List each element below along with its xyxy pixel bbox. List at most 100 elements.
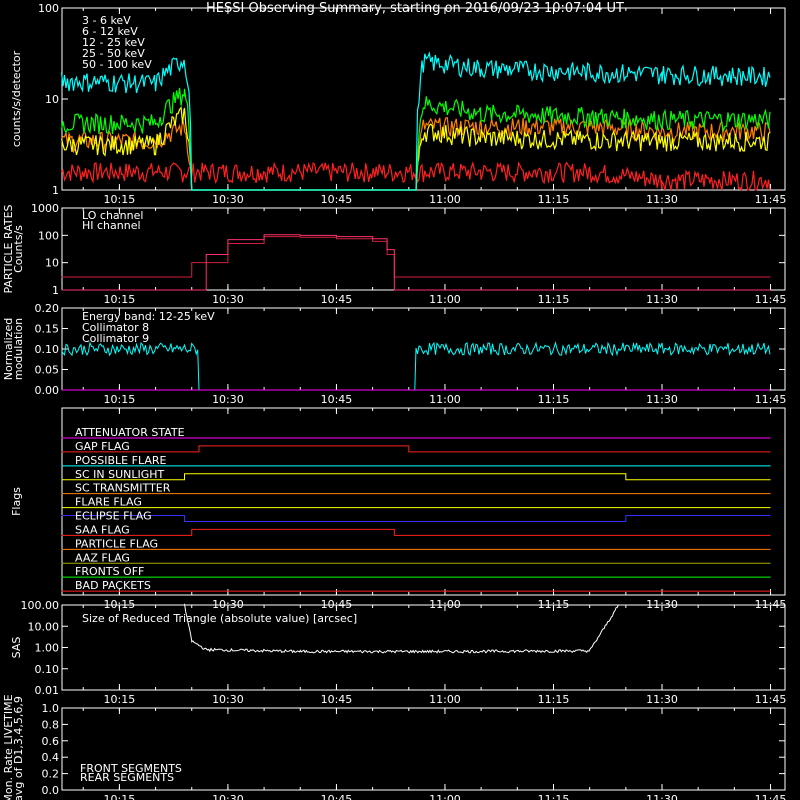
flag-label: SC IN SUNLIGHT bbox=[75, 468, 165, 481]
legend-entry: HI channel bbox=[82, 219, 141, 232]
x-tick-label: 11:15 bbox=[538, 193, 570, 206]
y-tick-label: 1.0 bbox=[42, 702, 60, 715]
flags-ylabel: Flags bbox=[10, 487, 23, 516]
x-tick-label: 11:30 bbox=[646, 693, 678, 706]
y-tick-label: 10 bbox=[45, 257, 59, 270]
y-tick-label: 10 bbox=[45, 93, 59, 106]
flag-line bbox=[61, 473, 771, 481]
sas-ylabel: SAS bbox=[10, 637, 23, 659]
x-tick-label: 11:00 bbox=[429, 293, 461, 306]
flag-label: SC TRANSMITTER bbox=[75, 482, 171, 495]
x-tick-label: 10:30 bbox=[212, 393, 244, 406]
flag-label: GAP FLAG bbox=[75, 440, 130, 453]
x-tick-label: 10:45 bbox=[321, 793, 353, 800]
flag-label: PARTICLE FLAG bbox=[75, 537, 158, 550]
flag-label: BAD PACKETS bbox=[75, 579, 151, 592]
hessi-summary-chart: HESSI Observing Summary, starting on 201… bbox=[2, 1, 786, 800]
y-tick-label: 0.0 bbox=[42, 784, 60, 797]
legend-entry: REAR SEGMENTS bbox=[80, 771, 174, 784]
livetime-ylabel: avg of D1,3,4,5,6,9 bbox=[12, 696, 25, 800]
x-tick-label: 10:15 bbox=[104, 793, 136, 800]
y-tick-label: 1000 bbox=[31, 202, 59, 215]
series-line bbox=[61, 236, 771, 278]
x-tick-label: 10:15 bbox=[104, 598, 136, 611]
x-tick-label: 11:45 bbox=[755, 598, 787, 611]
x-tick-label: 10:45 bbox=[321, 598, 353, 611]
x-tick-label: 10:30 bbox=[212, 693, 244, 706]
count-rates-ylabel: counts/s/detector bbox=[10, 50, 23, 147]
x-tick-label: 11:15 bbox=[538, 293, 570, 306]
flag-label: ATTENUATOR STATE bbox=[75, 426, 185, 439]
particle-rates-frame bbox=[61, 207, 786, 291]
x-tick-label: 11:00 bbox=[429, 393, 461, 406]
x-tick-label: 11:15 bbox=[538, 793, 570, 800]
data-layer bbox=[60, 51, 771, 654]
x-tick-label: 11:00 bbox=[429, 598, 461, 611]
y-tick-label: 0.10 bbox=[35, 663, 60, 676]
y-tick-label: 0.00 bbox=[35, 384, 60, 397]
y-tick-label: 0.8 bbox=[42, 718, 60, 731]
x-tick-label: 11:45 bbox=[755, 693, 787, 706]
legend-entry: 50 - 100 keV bbox=[82, 58, 152, 71]
x-tick-label: 11:30 bbox=[646, 193, 678, 206]
x-tick-label: 10:45 bbox=[321, 293, 353, 306]
flag-line bbox=[61, 528, 771, 536]
x-tick-label: 11:45 bbox=[755, 293, 787, 306]
y-tick-label: 1 bbox=[52, 284, 59, 297]
x-tick-label: 10:30 bbox=[212, 598, 244, 611]
x-tick-label: 11:30 bbox=[646, 598, 678, 611]
x-tick-label: 11:45 bbox=[755, 393, 787, 406]
flag-label: SAA FLAG bbox=[75, 523, 130, 536]
y-tick-label: 100.00 bbox=[21, 599, 60, 612]
text-layer: 10:15 10:30 10:45 11:00 11:15 11:30 11:4511010… bbox=[2, 2, 786, 800]
legend-entry: Collimator 9 bbox=[82, 332, 149, 345]
x-tick-label: 11:15 bbox=[538, 598, 570, 611]
particle-rates-ylabel: Counts/s bbox=[12, 225, 25, 273]
series-line bbox=[61, 234, 771, 291]
x-tick-label: 10:15 bbox=[104, 393, 136, 406]
y-tick-label: 100 bbox=[38, 229, 59, 242]
flag-label: FRONTS OFF bbox=[75, 565, 144, 578]
flag-line bbox=[61, 445, 771, 453]
y-tick-label: 100 bbox=[38, 2, 59, 15]
x-tick-label: 11:15 bbox=[538, 393, 570, 406]
x-tick-label: 10:30 bbox=[212, 293, 244, 306]
y-tick-label: 1.00 bbox=[35, 642, 60, 655]
flag-label: AAZ FLAG bbox=[75, 551, 130, 564]
flag-line bbox=[61, 515, 771, 522]
x-tick-label: 10:15 bbox=[104, 693, 136, 706]
y-tick-label: 1 bbox=[52, 184, 59, 197]
x-tick-label: 11:00 bbox=[429, 193, 461, 206]
series-line bbox=[61, 341, 771, 391]
y-tick-label: 0.6 bbox=[42, 735, 60, 748]
y-tick-label: 0.10 bbox=[35, 343, 60, 356]
x-tick-label: 11:30 bbox=[646, 793, 678, 800]
x-tick-label: 10:45 bbox=[321, 193, 353, 206]
count-rates-frame bbox=[61, 7, 786, 191]
x-tick-label: 11:45 bbox=[755, 193, 787, 206]
y-tick-label: 0.4 bbox=[42, 751, 60, 764]
y-tick-label: 10.00 bbox=[28, 620, 60, 633]
x-tick-label: 11:15 bbox=[538, 693, 570, 706]
y-tick-label: 0.01 bbox=[35, 684, 60, 697]
x-tick-label: 11:30 bbox=[646, 393, 678, 406]
x-tick-label: 10:30 bbox=[212, 793, 244, 800]
y-tick-label: 0.05 bbox=[35, 364, 60, 377]
x-tick-label: 10:15 bbox=[104, 193, 136, 206]
x-tick-label: 10:45 bbox=[321, 393, 353, 406]
modulation-ylabel: modulation bbox=[12, 318, 25, 380]
y-tick-label: 0.15 bbox=[35, 323, 60, 336]
x-tick-label: 10:15 bbox=[104, 293, 136, 306]
x-tick-label: 11:30 bbox=[646, 293, 678, 306]
flag-label: FLARE FLAG bbox=[75, 496, 142, 509]
series-line bbox=[60, 51, 771, 191]
x-tick-label: 11:00 bbox=[429, 793, 461, 800]
x-tick-label: 10:30 bbox=[212, 193, 244, 206]
y-tick-label: 0.20 bbox=[35, 302, 60, 315]
x-tick-label: 11:00 bbox=[429, 693, 461, 706]
annotation: Size of Reduced Triangle (absolute value… bbox=[82, 612, 357, 625]
x-tick-label: 11:45 bbox=[755, 793, 787, 800]
y-tick-label: 0.2 bbox=[42, 768, 60, 781]
x-tick-label: 10:45 bbox=[321, 693, 353, 706]
flag-label: ECLIPSE FLAG bbox=[75, 510, 152, 523]
